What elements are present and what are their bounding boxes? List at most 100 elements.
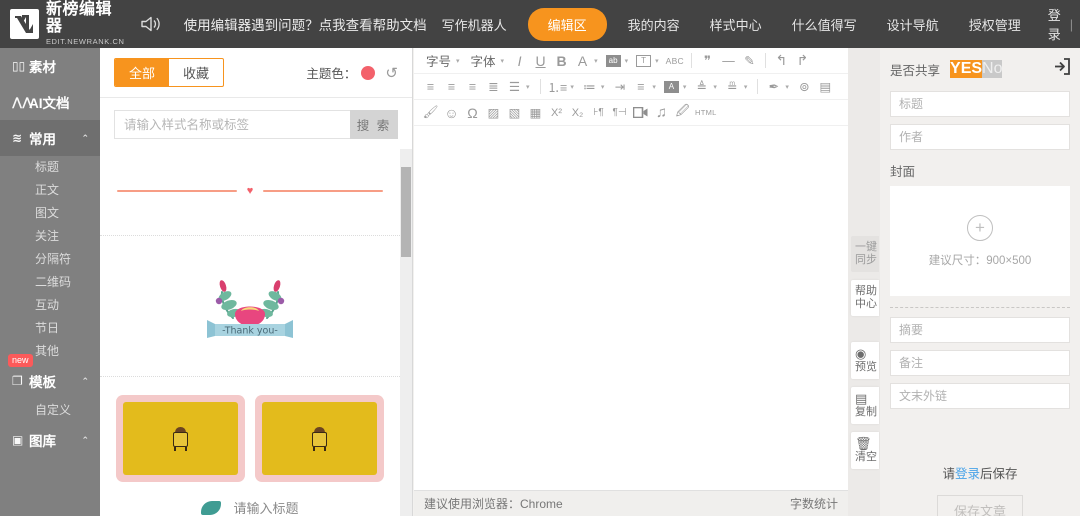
sidebar-sub-biaoti[interactable]: 标题: [0, 156, 100, 179]
sidebar-item-ai-doc[interactable]: ⋀⋀ AI文档: [0, 84, 100, 120]
align-left-icon[interactable]: ≡: [420, 76, 441, 98]
align-justify-icon[interactable]: ≣: [483, 76, 504, 98]
align-center-icon[interactable]: ≡: [441, 76, 462, 98]
insert-image-icon[interactable]: ▨: [483, 102, 504, 124]
html-source-icon[interactable]: HTML: [693, 102, 719, 124]
strikethrough-icon[interactable]: ABC: [664, 50, 686, 72]
letter-spacing-caret[interactable]: ▾: [683, 83, 687, 91]
unordered-list-icon[interactable]: ≔: [579, 76, 600, 98]
search-input[interactable]: [114, 110, 350, 139]
font-color-icon[interactable]: A: [572, 50, 593, 72]
theme-color-swatch[interactable]: [361, 66, 375, 80]
horizontal-rule-icon[interactable]: —: [718, 50, 739, 72]
paragraph-spacing-icon[interactable]: ≜: [691, 76, 712, 98]
text-style-caret[interactable]: ▾: [655, 57, 659, 65]
article-note-input[interactable]: [890, 350, 1070, 376]
material-scrollbar-thumb[interactable]: [401, 167, 411, 257]
export-icon[interactable]: [1053, 58, 1070, 80]
copy-button[interactable]: ▤ 复制: [851, 387, 879, 424]
emoji-icon[interactable]: ☺: [441, 102, 462, 124]
paragraph-style-icon[interactable]: ☰: [504, 76, 525, 98]
indent-right-icon[interactable]: ⊦¶: [588, 102, 609, 124]
paragraph-spacing-caret[interactable]: ▾: [713, 83, 717, 91]
editor-canvas[interactable]: [414, 129, 848, 490]
superscript-icon[interactable]: X²: [546, 102, 567, 124]
italic-icon[interactable]: I: [509, 50, 530, 72]
insert-music-icon[interactable]: ♫: [651, 102, 672, 124]
nav-item-5[interactable]: 设计导航: [872, 15, 954, 34]
insert-video-icon[interactable]: [630, 102, 651, 124]
article-summary-input[interactable]: [890, 317, 1070, 343]
sidebar-sub-tuwen[interactable]: 图文: [0, 202, 100, 225]
brand-logo[interactable]: 新榜编辑器 EDIT.NEWRANK.CN: [0, 2, 126, 45]
underline-icon[interactable]: U: [530, 50, 551, 72]
insert-table-icon[interactable]: ▦: [525, 102, 546, 124]
ordered-list-icon[interactable]: ⒈≡: [546, 76, 570, 98]
article-title-input[interactable]: [890, 91, 1070, 117]
font-family-label[interactable]: 字体: [465, 50, 500, 72]
article-outlink-input[interactable]: [890, 383, 1070, 409]
nav-item-2[interactable]: 我的内容: [613, 15, 695, 34]
sidebar-sub-erweima[interactable]: 二维码: [0, 271, 100, 294]
material-card-thankyou[interactable]: -Thank you-: [100, 236, 400, 377]
clear-style-icon[interactable]: 🖌: [420, 102, 441, 124]
tab-all[interactable]: 全部: [115, 59, 169, 86]
sidebar-sub-fengefu[interactable]: 分隔符: [0, 248, 100, 271]
preview-button[interactable]: ◉ 预览: [851, 342, 879, 379]
word-count-label[interactable]: 字数统计: [790, 495, 838, 512]
special-character-icon[interactable]: Ω: [462, 102, 483, 124]
save-article-button[interactable]: 保存文章: [937, 495, 1023, 516]
nav-item-3[interactable]: 样式中心: [695, 15, 777, 34]
font-size-label[interactable]: 字号: [420, 50, 455, 72]
sync-button[interactable]: 一键 同步: [851, 236, 879, 272]
clear-format-icon[interactable]: ✎: [739, 50, 760, 72]
sidebar-item-material[interactable]: ▯▯ 素材: [0, 48, 100, 84]
announcement-text[interactable]: 使用编辑器遇到问题？点我查看帮助文档: [184, 14, 427, 34]
sidebar-sub-zhengwen[interactable]: 正文: [0, 179, 100, 202]
cover-upload-box[interactable]: + 建议尺寸：900×500: [890, 186, 1070, 296]
sidebar-sub-guanzhu[interactable]: 关注: [0, 225, 100, 248]
tab-favorites[interactable]: 收藏: [169, 59, 223, 86]
clear-button[interactable]: 🗑 清空: [851, 432, 879, 469]
search-replace-icon[interactable]: ⊚: [794, 76, 815, 98]
material-card-divider[interactable]: ♥: [100, 149, 400, 236]
refresh-icon[interactable]: ↺: [385, 64, 398, 82]
undo-icon[interactable]: ↰: [771, 50, 792, 72]
ordered-list-caret[interactable]: ▾: [570, 83, 574, 91]
font-family-caret[interactable]: ▾: [501, 57, 505, 65]
share-yes-button[interactable]: YES: [950, 60, 982, 78]
bold-icon[interactable]: B: [551, 50, 572, 72]
sidebar-sub-zidingyi[interactable]: 自定义: [0, 399, 100, 422]
nav-item-6[interactable]: 授权管理: [954, 15, 1036, 34]
nav-item-0[interactable]: 写作机器人: [427, 15, 522, 34]
background-color-caret[interactable]: ▾: [625, 57, 629, 65]
line-height-caret[interactable]: ▾: [652, 83, 656, 91]
paragraph-style-caret[interactable]: ▾: [526, 83, 530, 91]
speaker-icon[interactable]: [140, 15, 162, 33]
insert-link-icon[interactable]: 🖉: [672, 102, 693, 124]
format-painter-icon[interactable]: ✒: [763, 76, 784, 98]
login-link-right[interactable]: 登录: [955, 467, 980, 481]
sidebar-item-gallery[interactable]: ▣ 图库 ⌃: [0, 422, 100, 458]
help-center-button[interactable]: 帮助 中心: [851, 280, 879, 316]
sidebar-item-template[interactable]: new ❐ 模板 ⌃: [0, 363, 100, 399]
share-no-button[interactable]: No: [982, 60, 1002, 78]
margin-caret[interactable]: ▾: [744, 83, 748, 91]
blockquote-icon[interactable]: ❞: [697, 50, 718, 72]
letter-spacing-icon[interactable]: A: [661, 76, 682, 98]
margin-icon[interactable]: ≞: [722, 76, 743, 98]
redo-icon[interactable]: ↱: [792, 50, 813, 72]
material-scrollbar[interactable]: [400, 149, 412, 516]
material-card-image-pair[interactable]: 请输入标题: [100, 377, 400, 516]
indent-icon[interactable]: ⇥: [609, 76, 630, 98]
search-button[interactable]: 搜 索: [350, 110, 398, 139]
template-insert-icon[interactable]: ▤: [815, 76, 836, 98]
text-style-icon[interactable]: T: [633, 50, 654, 72]
chevron-up-icon-common[interactable]: ⌃: [81, 133, 89, 144]
login-link[interactable]: 登录: [1048, 5, 1061, 43]
indent-left-icon[interactable]: ¶⊣: [609, 102, 630, 124]
align-right-icon[interactable]: ≡: [462, 76, 483, 98]
subscript-icon[interactable]: X₂: [567, 102, 588, 124]
sidebar-sub-hudong[interactable]: 互动: [0, 294, 100, 317]
nav-item-1[interactable]: 编辑区: [528, 8, 607, 41]
